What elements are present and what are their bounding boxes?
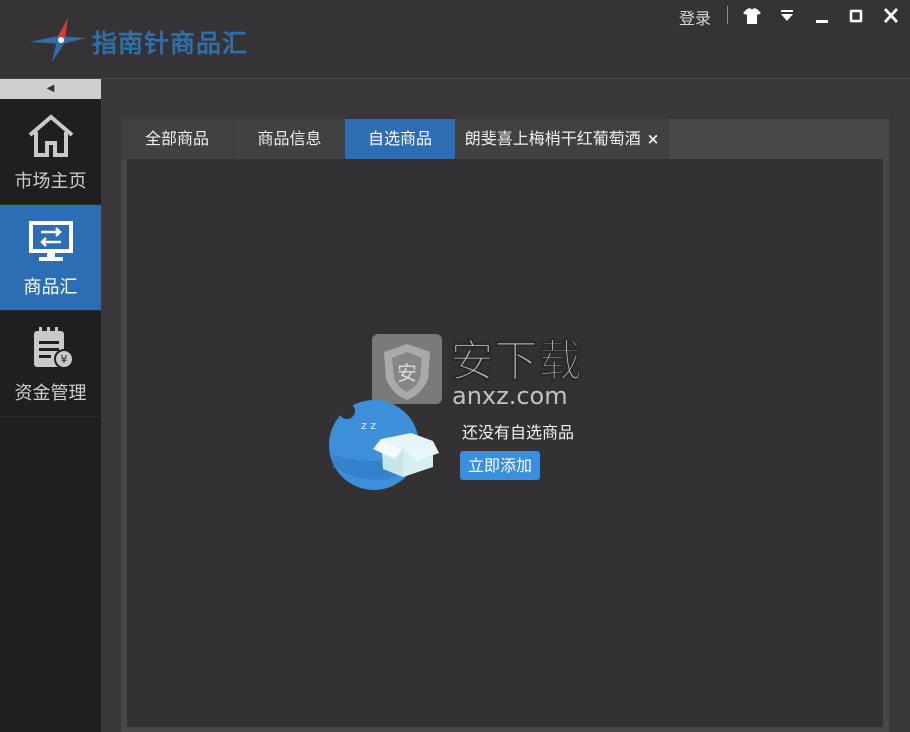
sidebar-item-label: 商品汇 [23, 277, 78, 298]
watchlist-content: 安 安下载 anxz.com z z 还没有自选商品 立即添加 [127, 159, 883, 727]
tab-label: 商品信息 [257, 129, 322, 148]
goods-panel: 全部商品 商品信息 自选商品 朗斐喜上梅梢干红葡萄酒 × 安 安下载 anxz.… [121, 119, 889, 732]
dropdown-icon[interactable] [776, 6, 798, 26]
home-icon [28, 114, 74, 157]
watermark-domain: anxz.com [452, 382, 568, 410]
add-now-button[interactable]: 立即添加 [460, 451, 540, 480]
title-bar: 指南针商品汇 登录 [0, 0, 910, 79]
sidebar-item-label: 市场主页 [14, 171, 87, 192]
empty-box-illustration: z z [329, 400, 439, 490]
close-icon[interactable] [880, 6, 902, 26]
tab-watchlist[interactable]: 自选商品 [345, 119, 455, 159]
login-link[interactable]: 登录 [679, 5, 711, 29]
tab-label: 朗斐喜上梅梢干红葡萄酒 [464, 129, 641, 148]
empty-message: 还没有自选商品 [462, 423, 575, 442]
tab-product-detail[interactable]: 朗斐喜上梅梢干红葡萄酒 × [455, 119, 669, 159]
svg-text:¥: ¥ [61, 353, 68, 366]
minimize-icon[interactable] [811, 6, 833, 26]
compass-logo-icon [30, 18, 86, 62]
tab-label: 全部商品 [144, 129, 209, 148]
sidebar: ◀ 市场主页 商品汇 ¥ 资金管理 [0, 79, 101, 732]
app-title: 指南针商品汇 [92, 29, 249, 58]
watermark-shield-char: 安 [397, 361, 417, 385]
tab-bar: 全部商品 商品信息 自选商品 朗斐喜上梅梢干红葡萄酒 × [121, 119, 889, 159]
tab-close-icon[interactable]: × [647, 130, 660, 148]
sidebar-item-market-home[interactable]: 市场主页 [0, 99, 101, 205]
funds-notepad-icon: ¥ [34, 327, 74, 369]
sidebar-item-label: 资金管理 [14, 383, 87, 404]
shirt-icon[interactable] [741, 6, 763, 26]
sleep-z-text: z z [361, 419, 376, 432]
watermark-brand: 安下载 [450, 336, 582, 387]
maximize-icon[interactable] [845, 6, 867, 26]
monitor-exchange-icon [29, 221, 73, 261]
tab-goods-info[interactable]: 商品信息 [234, 119, 345, 159]
titlebar-divider [727, 6, 728, 24]
sidebar-collapse-button[interactable]: ◀ [0, 79, 101, 99]
sidebar-item-funds[interactable]: ¥ 资金管理 [0, 311, 101, 417]
main-area: 全部商品 商品信息 自选商品 朗斐喜上梅梢干红葡萄酒 × 安 安下载 anxz.… [101, 79, 910, 732]
sidebar-item-goods-hub[interactable]: 商品汇 [0, 205, 101, 311]
tab-all-goods[interactable]: 全部商品 [121, 119, 233, 159]
tab-label: 自选商品 [367, 129, 432, 148]
